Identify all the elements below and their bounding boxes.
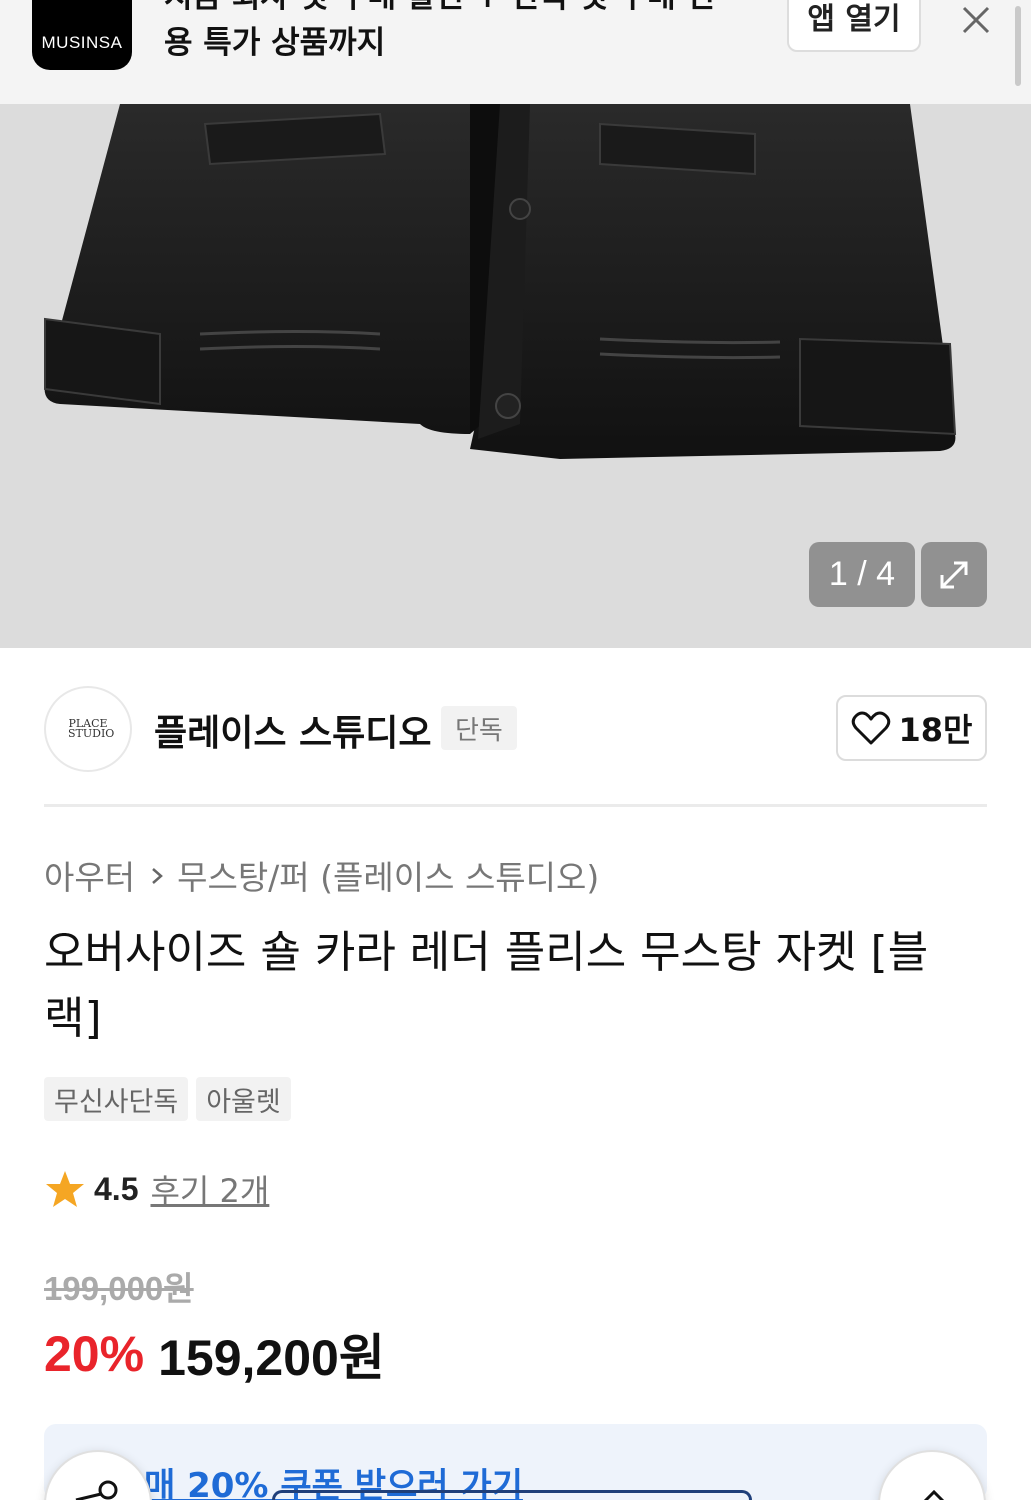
image-counter: 1 / 4: [809, 542, 915, 607]
rating-value: 4.5: [94, 1170, 139, 1207]
share-icon: [75, 1480, 118, 1500]
exclusive-badge: 단독: [441, 706, 517, 750]
coupon-banner[interactable]: 매 20% 쿠폰 받으러 가기: [44, 1424, 987, 1500]
divider: [44, 804, 987, 807]
app-logo-text: MUSINSA: [41, 33, 123, 52]
musinsa-app-logo: MUSINSA: [32, 0, 132, 70]
chevron-up-icon: [923, 1489, 945, 1500]
review-link[interactable]: 후기 2개: [150, 1166, 269, 1212]
share-button[interactable]: [44, 1450, 152, 1500]
brand-logo[interactable]: PLACE STUDIO: [44, 686, 132, 772]
banner-message-line2: 용 특가 상품까지: [164, 25, 386, 61]
product-image-carousel[interactable]: 1 / 4: [0, 104, 1031, 648]
breadcrumb: 아우터 무스탕/퍼 (플레이스 스튜디오): [44, 852, 599, 898]
close-icon[interactable]: [958, 2, 994, 38]
app-install-banner: MUSINSA 지금 회사 첫 구매 할인 + 단독 첫 구매 전 용 특가 상…: [0, 0, 1031, 104]
breadcrumb-subcategory[interactable]: 무스탕/퍼 (플레이스 스튜디오): [177, 851, 599, 899]
banner-message-line1: 지금 회사 첫 구매 할인 + 단독 첫 구매 전: [164, 0, 754, 20]
breadcrumb-category[interactable]: 아우터: [44, 851, 135, 899]
heart-icon: [851, 711, 890, 745]
scroll-top-button[interactable]: [878, 1450, 986, 1500]
discount-rate: 20%: [44, 1326, 145, 1382]
price-row: 20% 159,200원: [44, 1318, 385, 1390]
brand-logo-text: PLACE STUDIO: [68, 717, 115, 740]
coupon-button-edge[interactable]: [272, 1490, 752, 1500]
chevron-right-icon: [149, 856, 165, 895]
open-app-button[interactable]: 앱 열기: [787, 0, 921, 52]
product-tags: 무신사단독 아울렛: [44, 1077, 291, 1121]
banner-message: 지금 회사 첫 구매 할인 + 단독 첫 구매 전 용 특가 상품까지: [164, 0, 754, 66]
sale-price: 159,200원: [158, 1330, 385, 1386]
product-title: 오버사이즈 숄 카라 레더 플리스 무스탕 자켓 [블랙]: [44, 927, 929, 1044]
tag-exclusive: 무신사단독: [44, 1077, 189, 1121]
rating-row: 4.5 후기 2개: [44, 1166, 269, 1212]
scrollbar[interactable]: [1015, 6, 1021, 86]
brand-name[interactable]: 플레이스 스튜디오: [154, 704, 432, 756]
brand-row: PLACE STUDIO 플레이스 스튜디오 단독 18만: [44, 686, 987, 772]
expand-icon[interactable]: [921, 542, 987, 607]
tag-outlet: 아울렛: [196, 1077, 291, 1121]
like-button[interactable]: 18만: [836, 695, 987, 761]
original-price: 199,000원: [44, 1270, 194, 1307]
star-icon: [46, 1171, 84, 1207]
like-count: 18만: [898, 711, 973, 749]
